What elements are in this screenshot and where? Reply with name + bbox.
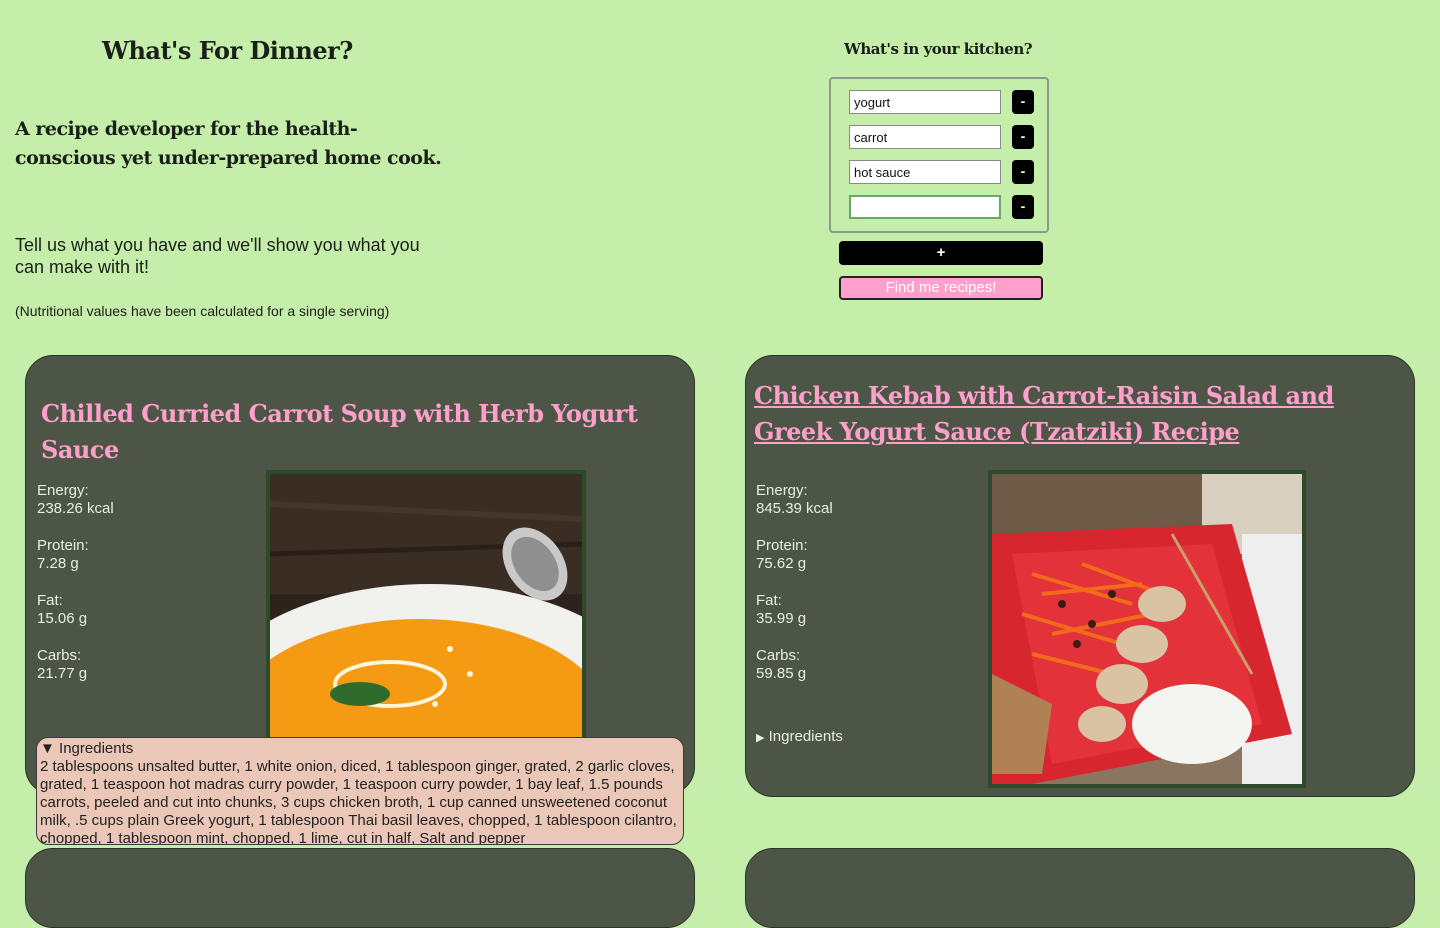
protein-value: 7.28 g [37, 555, 79, 572]
protein-label: Protein: [756, 537, 808, 554]
ingredients-label: Ingredients [768, 728, 843, 745]
remove-ingredient-button[interactable]: - [1012, 90, 1034, 114]
fat-value: 35.99 g [756, 610, 807, 627]
ingredient-input[interactable] [849, 195, 1001, 219]
energy-value: 238.26 kcal [37, 500, 114, 517]
ingredients-panel: ▼ Ingredients 2 tablespoons unsalted but… [36, 737, 684, 845]
energy-value: 845.39 kcal [756, 500, 833, 517]
ingredient-list: - - - - [829, 77, 1049, 233]
protein-value: 75.62 g [756, 555, 807, 572]
ingredients-text: 2 tablespoons unsalted butter, 1 white o… [40, 758, 677, 845]
page-title: What's For Dinner? [102, 36, 353, 65]
find-recipes-button[interactable]: Find me recipes! [839, 276, 1043, 300]
fat-value: 15.06 g [37, 610, 88, 627]
ingredients-label: Ingredients [59, 740, 134, 757]
recipe-card: Chilled Curried Carrot Soup with Herb Yo… [25, 355, 695, 795]
ingredients-toggle[interactable]: ▶ Ingredients [756, 728, 843, 745]
caret-down-icon: ▼ [40, 740, 55, 757]
fat-label: Fat: [756, 592, 782, 609]
ingredient-input[interactable] [849, 160, 1001, 184]
remove-ingredient-button[interactable]: - [1012, 125, 1034, 149]
recipe-card [25, 848, 695, 928]
carbs-value: 21.77 g [37, 665, 88, 682]
recipe-title[interactable]: Chilled Curried Carrot Soup with Herb Yo… [41, 396, 691, 468]
nutrition-info: Energy: 845.39 kcal Protein: 75.62 g Fat: 3… [756, 482, 833, 702]
remove-ingredient-button[interactable]: - [1012, 160, 1034, 184]
energy-label: Energy: [37, 482, 89, 499]
recipe-card: Chicken Kebab with Carrot-Raisin Salad a… [745, 355, 1415, 797]
kebab-photo-image [992, 474, 1302, 784]
recipe-title-link[interactable]: Chicken Kebab with Carrot-Raisin Salad a… [754, 378, 1404, 450]
carbs-label: Carbs: [756, 647, 801, 664]
nutrition-info: Energy: 238.26 kcal Protein: 7.28 g Fat: 15… [37, 482, 114, 702]
nutrition-note: (Nutritional values have been calculated… [15, 303, 390, 319]
intro-text: Tell us what you have and we'll show you… [15, 235, 420, 277]
add-ingredient-button[interactable]: + [839, 241, 1043, 265]
ingredients-toggle[interactable]: ▼ Ingredients [40, 740, 680, 758]
ingredient-input[interactable] [849, 90, 1001, 114]
remove-ingredient-button[interactable]: - [1012, 195, 1034, 219]
caret-right-icon: ▶ [756, 732, 765, 744]
fat-label: Fat: [37, 592, 63, 609]
ingredient-input[interactable] [849, 125, 1001, 149]
recipe-photo [988, 470, 1306, 788]
tagline: A recipe developer for the health-consci… [15, 118, 442, 169]
carbs-value: 59.85 g [756, 665, 807, 682]
kitchen-label: What's in your kitchen? [844, 40, 1033, 58]
recipe-card [745, 848, 1415, 928]
energy-label: Energy: [756, 482, 808, 499]
carbs-label: Carbs: [37, 647, 82, 664]
protein-label: Protein: [37, 537, 89, 554]
